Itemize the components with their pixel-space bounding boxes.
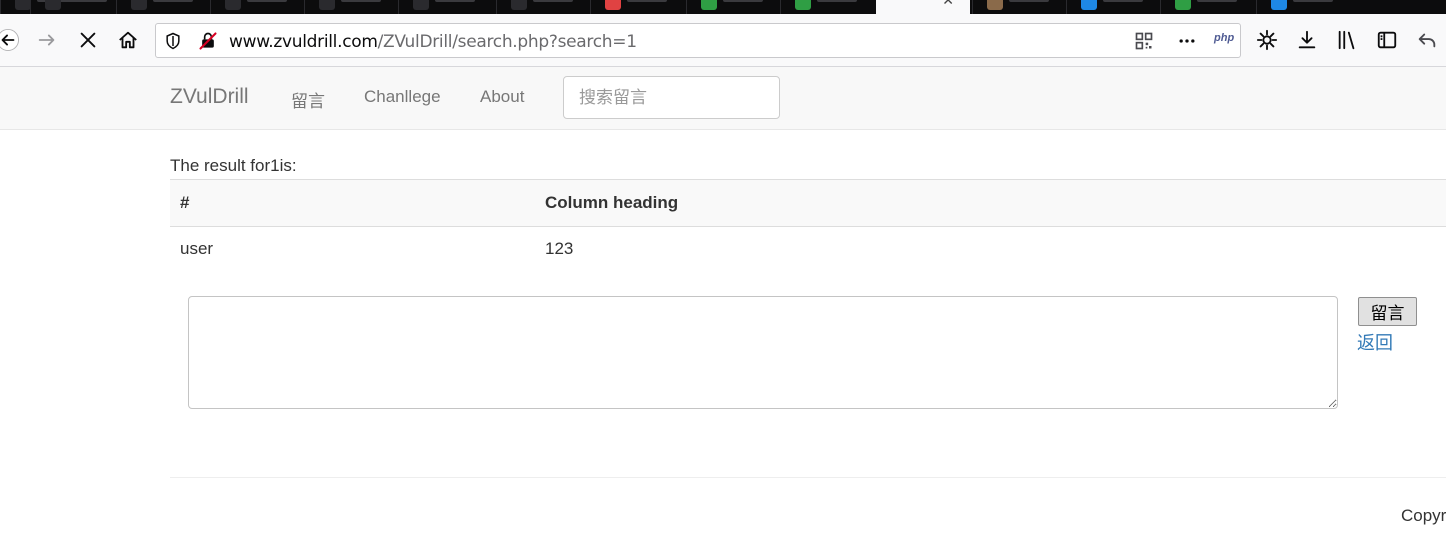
php-extension-icon[interactable]: php: [1214, 32, 1234, 44]
tab-title: [247, 0, 287, 2]
tab-favicon-icon: [15, 0, 31, 10]
undo-button[interactable]: [1413, 26, 1441, 54]
tab-favicon-icon: [1175, 0, 1191, 10]
gear-icon: [1256, 29, 1278, 51]
results-table: # Column heading user 123: [170, 179, 1446, 272]
nav-link-challenge[interactable]: Chanllege: [364, 87, 441, 107]
close-icon: [80, 32, 96, 48]
downloads-button[interactable]: [1293, 26, 1321, 54]
browser-tab[interactable]: [304, 0, 398, 14]
footer-divider: [170, 477, 1446, 478]
nav-link-messages[interactable]: 留言: [291, 87, 325, 112]
copyright-text: Copyr: [1401, 506, 1446, 525]
table-header-row: # Column heading: [170, 179, 1446, 227]
browser-tab[interactable]: [210, 0, 304, 14]
tab-favicon-icon: [131, 0, 147, 10]
tab-favicon-icon: [413, 0, 429, 10]
tab-title: [1293, 0, 1333, 2]
result-caption: The result for1is:: [170, 156, 297, 175]
url-domain: www.zvuldrill.com: [229, 32, 378, 52]
tab-favicon-icon: [795, 0, 811, 10]
tab-title: [435, 0, 475, 2]
download-icon: [1298, 30, 1316, 49]
tab-title: [1103, 0, 1143, 2]
url-path: /ZVulDrill/search.php?search=1: [377, 32, 637, 52]
browser-tab[interactable]: [116, 0, 210, 14]
site-navbar: ZVulDrill 留言 Chanllege About: [0, 67, 1446, 130]
browser-tab[interactable]: [1066, 0, 1160, 14]
tab-title: [67, 0, 107, 2]
shield-icon[interactable]: [162, 30, 184, 52]
tab-favicon-icon: [1081, 0, 1097, 10]
insecure-lock-icon[interactable]: [197, 30, 219, 52]
tab-title: [723, 0, 763, 2]
browser-tab[interactable]: [496, 0, 590, 14]
extension-button[interactable]: [1253, 26, 1281, 54]
table-row: user 123: [170, 227, 1446, 272]
sidebar-icon: [1377, 31, 1397, 49]
back-arrow-icon: [0, 29, 19, 51]
back-link[interactable]: 返回: [1357, 329, 1393, 355]
qr-code-icon[interactable]: [1133, 30, 1155, 52]
browser-tab[interactable]: [590, 0, 684, 14]
tab-title: [533, 0, 573, 2]
tab-favicon-icon: [319, 0, 335, 10]
browser-tab[interactable]: [30, 0, 124, 14]
table-cell: 123: [545, 239, 574, 259]
home-icon: [119, 31, 137, 49]
tab-title: [1197, 0, 1237, 2]
close-tab-icon[interactable]: ✕: [942, 0, 954, 9]
tab-favicon-icon: [605, 0, 621, 10]
stop-button[interactable]: [74, 26, 102, 54]
library-icon: [1338, 30, 1355, 50]
search-input[interactable]: [563, 76, 780, 119]
tab-title: [1009, 0, 1049, 2]
tab-favicon-icon: [1271, 0, 1287, 10]
tab-title: [627, 0, 667, 2]
address-bar[interactable]: www.zvuldrill.com/ZVulDrill/search.php?s…: [155, 23, 1241, 58]
browser-tab[interactable]: [1160, 0, 1254, 14]
browser-tab[interactable]: [972, 0, 1066, 14]
brand-link[interactable]: ZVulDrill: [170, 85, 249, 109]
submit-comment-button[interactable]: 留言: [1358, 297, 1417, 326]
browser-tab-active[interactable]: ✕: [876, 0, 970, 14]
browser-toolbar: www.zvuldrill.com/ZVulDrill/search.php?s…: [0, 14, 1446, 67]
tab-title: [817, 0, 857, 2]
tab-favicon-icon: [225, 0, 241, 10]
tab-favicon-icon: [987, 0, 1003, 10]
tab-favicon-icon: [511, 0, 527, 10]
back-button[interactable]: [0, 26, 22, 54]
column-header-heading: Column heading: [535, 179, 1446, 227]
tab-favicon-icon: [701, 0, 717, 10]
browser-tab[interactable]: [686, 0, 780, 14]
nav-link-about[interactable]: About: [480, 87, 524, 107]
home-button[interactable]: [114, 26, 142, 54]
tab-title: [341, 0, 381, 2]
tab-title: [153, 0, 193, 2]
undo-arrow-icon: [1418, 33, 1436, 48]
library-button[interactable]: [1333, 26, 1361, 54]
comment-textarea[interactable]: [188, 296, 1338, 409]
browser-tab[interactable]: [398, 0, 492, 14]
url-text[interactable]: www.zvuldrill.com/ZVulDrill/search.php?s…: [229, 32, 637, 52]
forward-button[interactable]: [33, 26, 61, 54]
browser-tab[interactable]: [780, 0, 874, 14]
sidebar-button[interactable]: [1373, 26, 1401, 54]
page-actions-icon[interactable]: [1176, 30, 1198, 52]
browser-tab-strip: ✕: [0, 0, 1446, 14]
browser-tab[interactable]: [1256, 0, 1350, 14]
forward-arrow-icon: [38, 34, 55, 46]
tab-favicon-icon: [45, 0, 61, 10]
table-cell: user: [180, 239, 214, 259]
column-header-id: #: [170, 179, 535, 227]
browser-tab[interactable]: [0, 0, 77, 14]
